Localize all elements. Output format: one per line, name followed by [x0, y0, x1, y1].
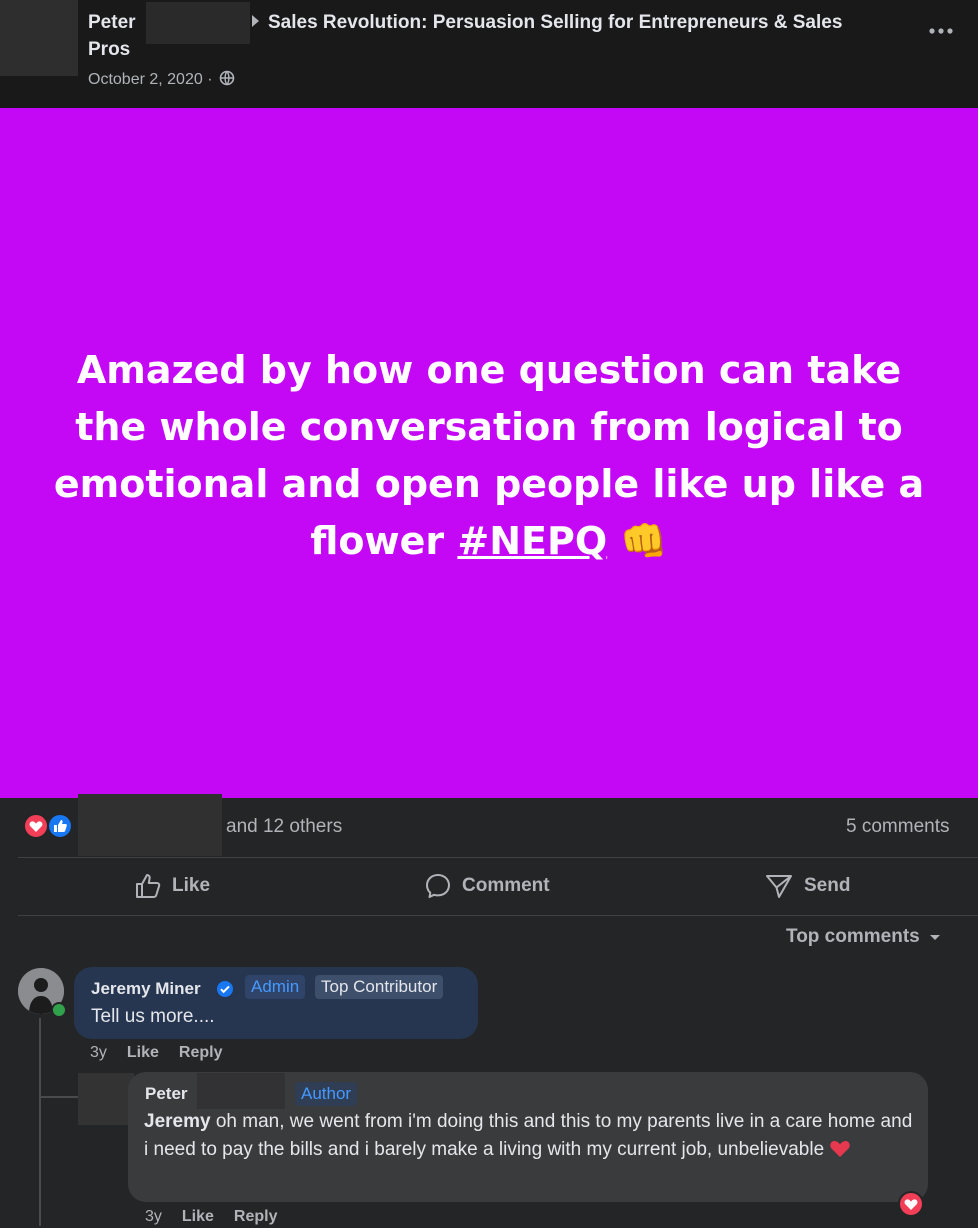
thread-line-vertical [39, 1018, 41, 1226]
post-date-text: October 2, 2020 · [88, 71, 213, 88]
thumbs-up-icon [136, 874, 161, 898]
comment-sort-dropdown[interactable]: Top comments [786, 924, 942, 950]
love-reaction-badge-icon[interactable] [897, 1190, 925, 1218]
author-badge: Author [295, 1082, 358, 1106]
online-status-dot [51, 1002, 67, 1018]
send-button[interactable]: Send [764, 871, 850, 901]
group-name-continued[interactable]: Pros [88, 37, 130, 63]
author-surname-redacted [146, 2, 250, 44]
like-button[interactable]: Like [134, 871, 210, 901]
admin-badge: Admin [245, 975, 306, 999]
group-avatar-redacted [0, 0, 78, 76]
send-icon [766, 875, 792, 898]
post-body-text: Amazed by how one question can take the … [40, 342, 938, 570]
reply-surname-redacted [197, 1073, 285, 1109]
more-horizontal-icon [929, 28, 953, 34]
reactions-summary[interactable]: and 12 others [226, 814, 342, 840]
reply-text-body: oh man, we went from i'm doing this and … [144, 1111, 913, 1160]
send-button-label: Send [804, 875, 851, 896]
comment-reply-link[interactable]: Reply [179, 1044, 223, 1061]
divider-top [18, 857, 978, 858]
reply-text: Jeremy oh man, we went from i'm doing th… [144, 1108, 916, 1164]
top-contributor-badge: Top Contributor [315, 975, 444, 999]
comment-author-name[interactable]: Jeremy Miner [91, 977, 201, 1001]
reply-like-link[interactable]: Like [182, 1208, 214, 1225]
caret-down-icon [929, 935, 940, 940]
verified-badge-icon [217, 981, 233, 997]
mention-link[interactable]: Jeremy [144, 1111, 211, 1132]
reply-meta: 3y Like Reply [145, 1206, 278, 1228]
comment-button-label: Comment [462, 875, 550, 896]
fist-emoji: 👊 [620, 519, 668, 563]
comment-like-link[interactable]: Like [127, 1044, 159, 1061]
post-date[interactable]: October 2, 2020 · [88, 69, 235, 91]
post-header: Peter Sales Revolution: Persuasion Selli… [0, 0, 978, 108]
hashtag-link[interactable]: #NEPQ [457, 519, 607, 563]
reply-time[interactable]: 3y [145, 1208, 162, 1225]
group-name-link[interactable]: Sales Revolution: Persuasion Selling for… [268, 9, 842, 37]
reactor-name-redacted [78, 794, 222, 856]
comment-text: Tell us more.... [91, 1006, 215, 1027]
like-reaction-icon [47, 813, 73, 839]
caret-right-icon [252, 15, 259, 27]
reply-author-name[interactable]: Peter [145, 1082, 188, 1106]
post-author-name[interactable]: Peter [88, 9, 136, 37]
reply-avatar-redacted [78, 1073, 134, 1125]
thread-line-branch [39, 1096, 79, 1098]
reply-reply-link[interactable]: Reply [234, 1208, 278, 1225]
more-options-button[interactable] [928, 18, 954, 40]
comment-bubble-icon [426, 874, 450, 898]
comment-time[interactable]: 3y [90, 1044, 107, 1061]
like-button-label: Like [172, 875, 211, 896]
comment-button[interactable]: Comment [424, 871, 550, 901]
globe-icon [219, 70, 235, 86]
comment-sort-label: Top comments [786, 926, 920, 947]
divider-bottom [18, 915, 978, 916]
heart-emoji-icon [830, 1140, 851, 1157]
comments-count[interactable]: 5 comments [846, 814, 949, 840]
comment-meta: 3y Like Reply [90, 1042, 223, 1064]
